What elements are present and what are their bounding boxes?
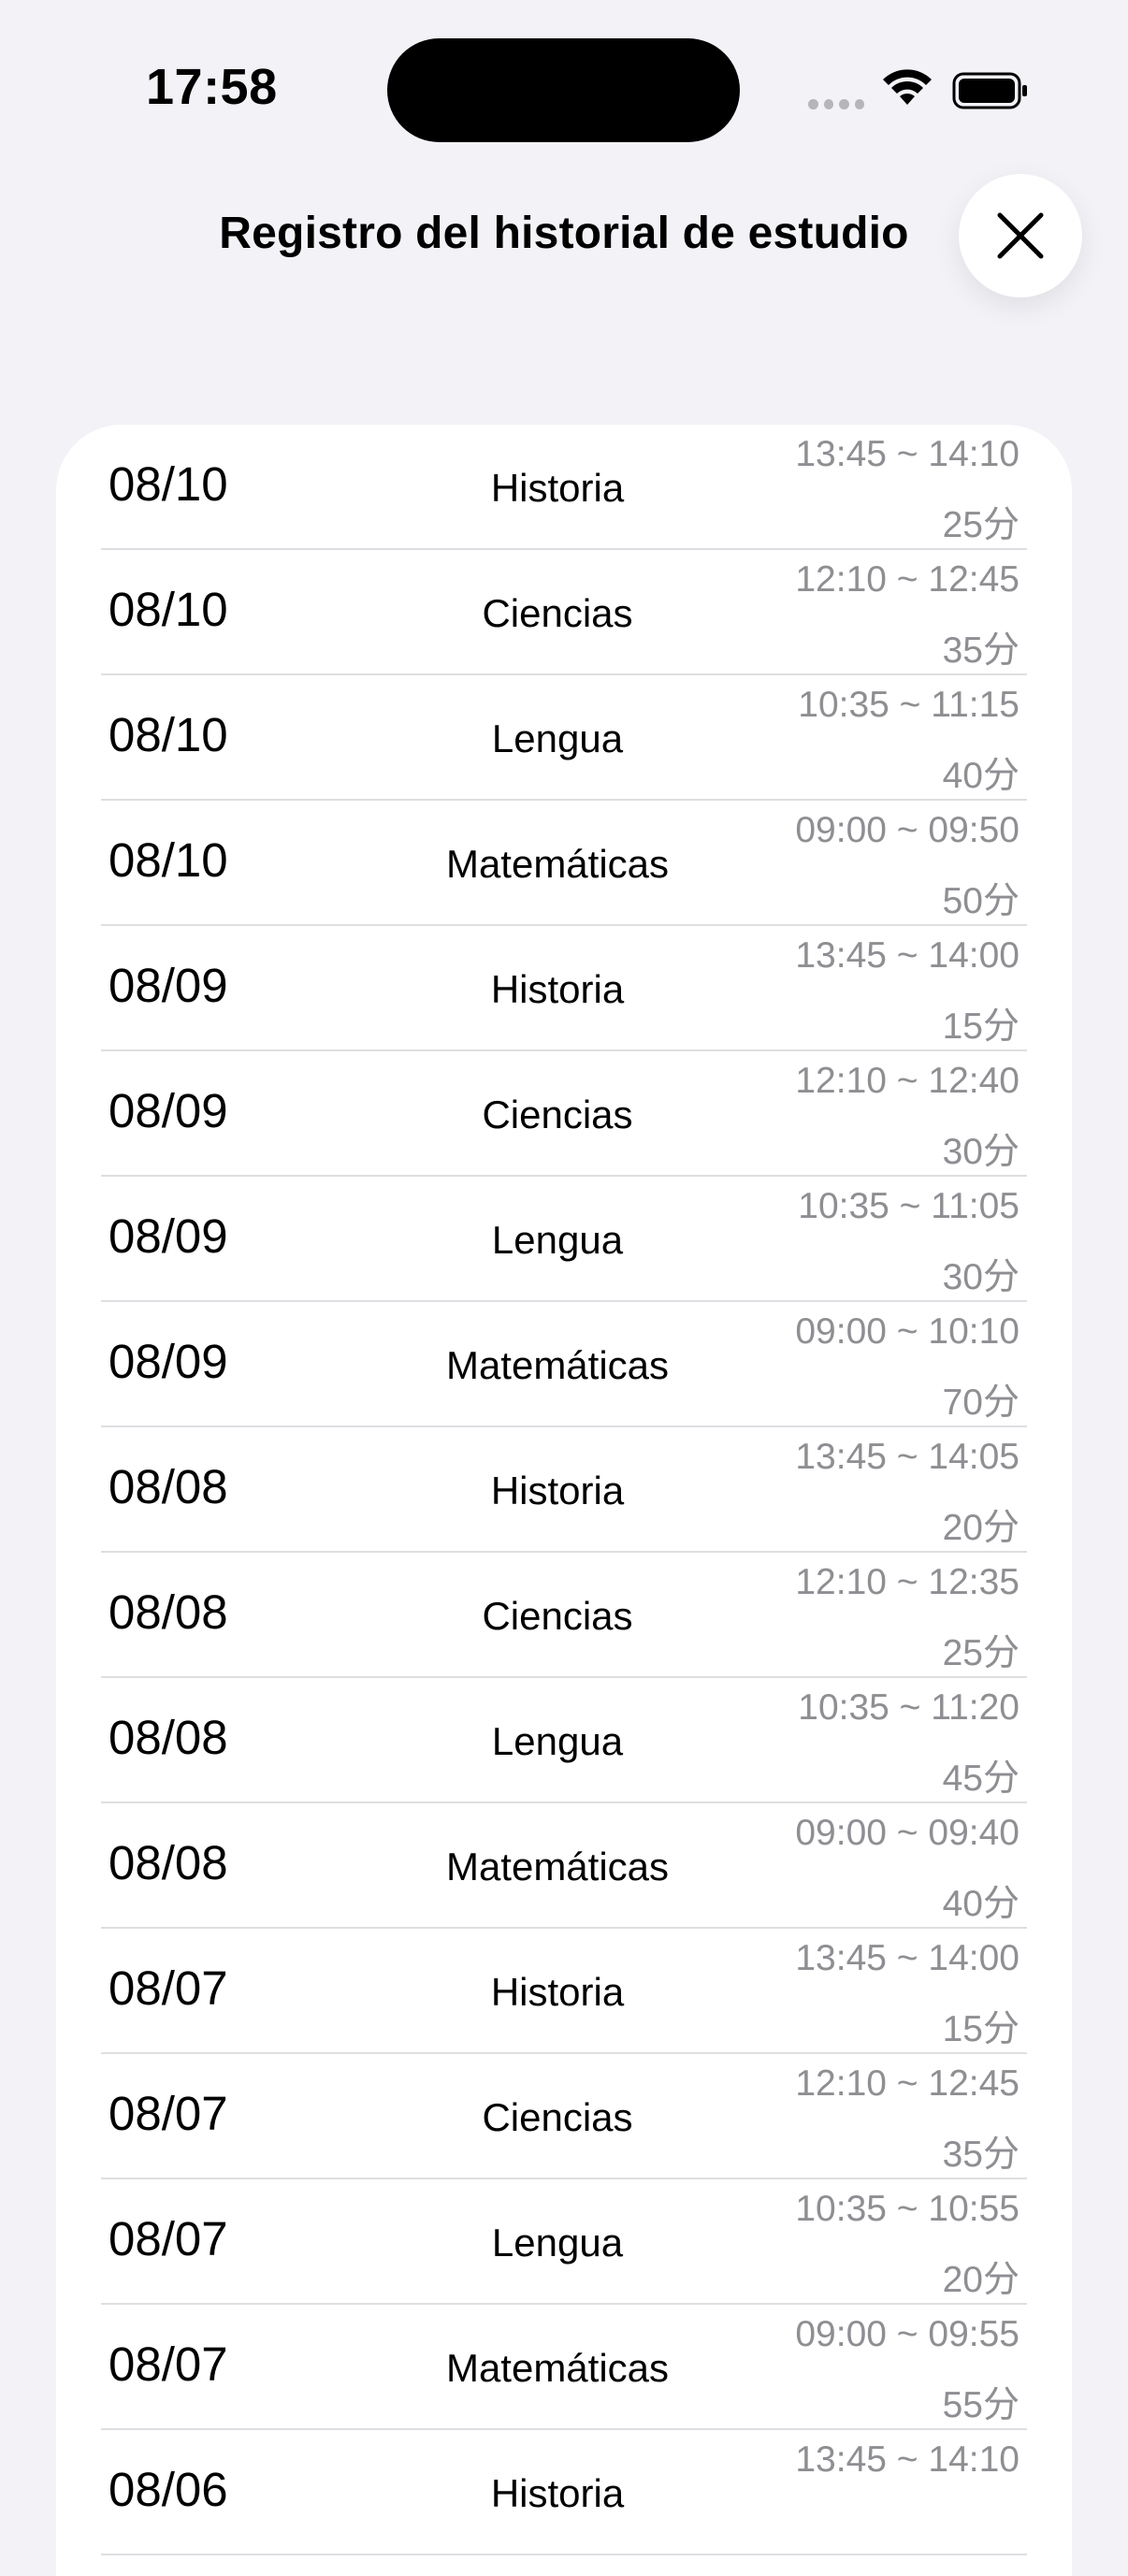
list-item[interactable]: 08/07 Lengua 10:35 ~ 10:55 20分 (101, 2179, 1027, 2305)
record-time-range: 09:00 ~ 09:40 (795, 1813, 1020, 1853)
list-item[interactable]: 08/08 Ciencias 12:10 ~ 12:35 25分 (101, 1553, 1027, 1678)
record-duration: 30分 (942, 1257, 1020, 1297)
record-duration: 25分 (942, 505, 1020, 545)
close-icon (997, 212, 1044, 259)
record-time-range: 09:00 ~ 09:55 (795, 2314, 1020, 2354)
list-item[interactable]: 08/08 Matemáticas 09:00 ~ 09:40 40分 (101, 1803, 1027, 1929)
record-duration: 55分 (942, 2385, 1020, 2425)
record-duration: 15分 (942, 2009, 1020, 2049)
list-item[interactable]: 08/09 Lengua 10:35 ~ 11:05 30分 (101, 1177, 1027, 1302)
study-history-list: 08/10 Historia 13:45 ~ 14:10 25分 08/10 C… (56, 425, 1072, 2576)
battery-icon (952, 72, 1027, 109)
list-item[interactable]: 08/08 Historia 13:45 ~ 14:05 20分 (101, 1427, 1027, 1553)
record-time-range: 13:45 ~ 14:10 (795, 434, 1020, 474)
record-time-range: 12:10 ~ 12:45 (795, 2063, 1020, 2104)
record-duration: 70分 (942, 1382, 1020, 1423)
list-item[interactable]: 08/07 Historia 13:45 ~ 14:00 15分 (101, 1929, 1027, 2054)
wifi-icon (883, 69, 932, 105)
record-duration: 25分 (942, 1633, 1020, 1673)
list-item[interactable]: 08/10 Lengua 10:35 ~ 11:15 40分 (101, 675, 1027, 801)
record-time-range: 09:00 ~ 10:10 (795, 1311, 1020, 1352)
record-time-range: 12:10 ~ 12:40 (795, 1061, 1020, 1101)
record-duration: 35分 (942, 630, 1020, 671)
record-time-range: 09:00 ~ 09:50 (795, 810, 1020, 850)
record-duration: 20分 (942, 1508, 1020, 1548)
record-duration: 45分 (942, 1758, 1020, 1799)
list-item[interactable]: 08/09 Matemáticas 09:00 ~ 10:10 70分 (101, 1302, 1027, 1427)
record-duration: 40分 (942, 756, 1020, 796)
record-duration: 15分 (942, 1006, 1020, 1047)
record-duration: 50分 (942, 881, 1020, 921)
record-duration: 30分 (942, 1132, 1020, 1172)
cellular-signal-icon (808, 97, 864, 110)
record-duration: 35分 (942, 2135, 1020, 2175)
record-time-range: 12:10 ~ 12:35 (795, 1562, 1020, 1602)
record-time-range: 10:35 ~ 10:55 (795, 2189, 1020, 2229)
record-time-range: 10:35 ~ 11:05 (798, 1186, 1020, 1226)
status-time: 17:58 (146, 59, 278, 115)
list-item[interactable]: 08/08 Lengua 10:35 ~ 11:20 45分 (101, 1678, 1027, 1803)
list-item[interactable]: 08/10 Historia 13:45 ~ 14:10 25分 (101, 425, 1027, 550)
record-time-range: 12:10 ~ 12:45 (795, 559, 1020, 600)
record-time-range: 10:35 ~ 11:15 (798, 685, 1020, 725)
record-duration: 20分 (942, 2260, 1020, 2300)
record-time-range: 13:45 ~ 14:10 (795, 2439, 1020, 2480)
list-item[interactable]: 08/09 Historia 13:45 ~ 14:00 15分 (101, 926, 1027, 1051)
record-time-range: 10:35 ~ 11:20 (798, 1687, 1020, 1728)
list-item[interactable]: 08/10 Ciencias 12:10 ~ 12:45 35分 (101, 550, 1027, 675)
record-time-range: 13:45 ~ 14:00 (795, 935, 1020, 976)
status-bar: 17:58 (0, 0, 1128, 178)
close-button[interactable] (959, 174, 1082, 297)
list-item[interactable]: 08/10 Matemáticas 09:00 ~ 09:50 50分 (101, 801, 1027, 926)
dynamic-island (387, 38, 740, 142)
list-item[interactable]: 08/09 Ciencias 12:10 ~ 12:40 30分 (101, 1051, 1027, 1177)
list-item[interactable]: 08/07 Ciencias 12:10 ~ 12:45 35分 (101, 2054, 1027, 2179)
record-duration: 40分 (942, 1884, 1020, 1924)
list-item[interactable]: 08/06 Historia 13:45 ~ 14:10 (101, 2430, 1027, 2555)
record-time-range: 13:45 ~ 14:00 (795, 1938, 1020, 1978)
list-item[interactable]: 08/07 Matemáticas 09:00 ~ 09:55 55分 (101, 2305, 1027, 2430)
record-time-range: 13:45 ~ 14:05 (795, 1437, 1020, 1477)
